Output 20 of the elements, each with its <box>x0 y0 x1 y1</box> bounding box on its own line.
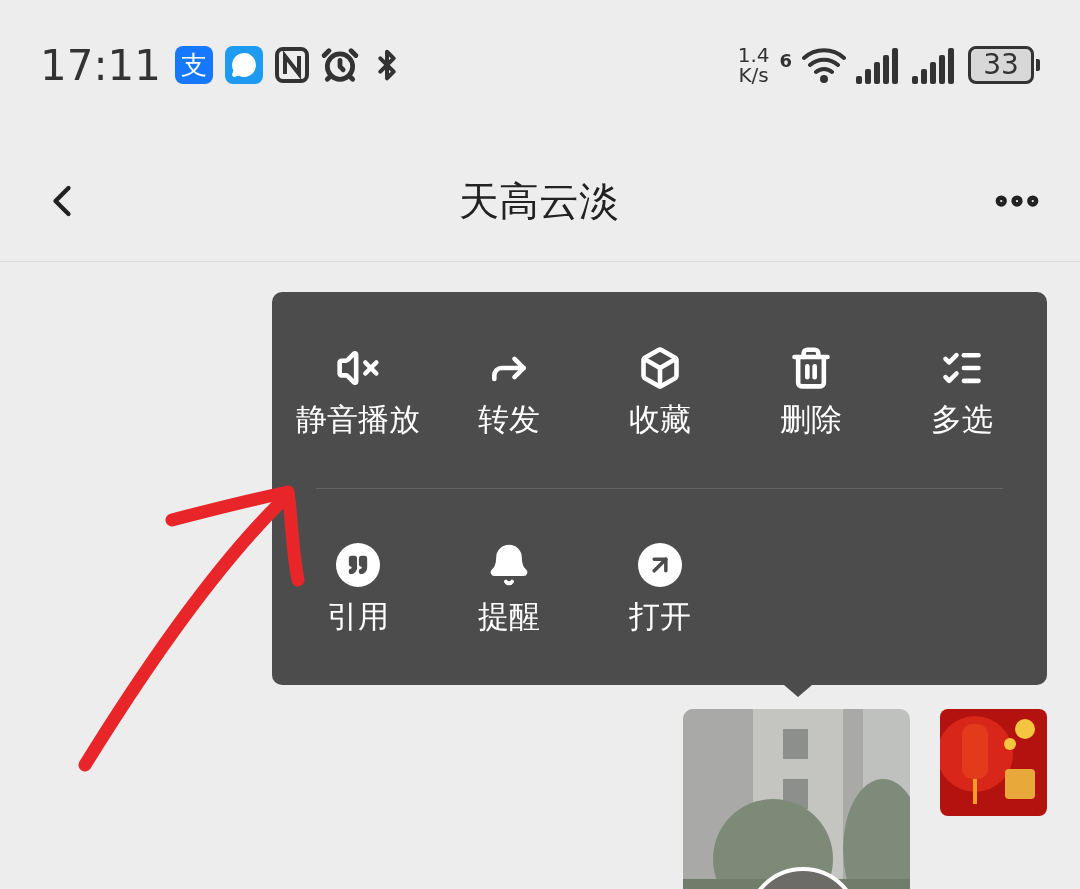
battery-tip <box>1036 59 1040 71</box>
menu-item[interactable]: 提醒 <box>433 512 584 662</box>
wifi-label: 6 <box>779 49 792 73</box>
status-time: 17:11 <box>40 39 162 92</box>
wifi-icon <box>802 46 846 84</box>
menu-item[interactable]: 收藏 <box>584 315 735 465</box>
menu-item[interactable]: 打开 <box>584 512 735 662</box>
menu-item[interactable]: 多选 <box>886 315 1037 465</box>
menu-item[interactable]: 静音播放 <box>282 315 433 465</box>
chat-app-icon <box>225 46 264 84</box>
alarm-icon <box>321 46 360 84</box>
menu-item[interactable]: 删除 <box>735 315 886 465</box>
chat-title: 天高云淡 <box>459 176 619 226</box>
nfc-icon <box>275 47 310 83</box>
payment-app-icon: 支 <box>175 46 214 84</box>
battery-level: 33 <box>968 46 1034 84</box>
menu-item[interactable]: 引用 <box>282 512 433 662</box>
net-speed-unit: K/s <box>738 65 769 85</box>
net-speed: 1.4 <box>737 45 770 65</box>
menu-item[interactable]: 转发 <box>433 315 584 465</box>
